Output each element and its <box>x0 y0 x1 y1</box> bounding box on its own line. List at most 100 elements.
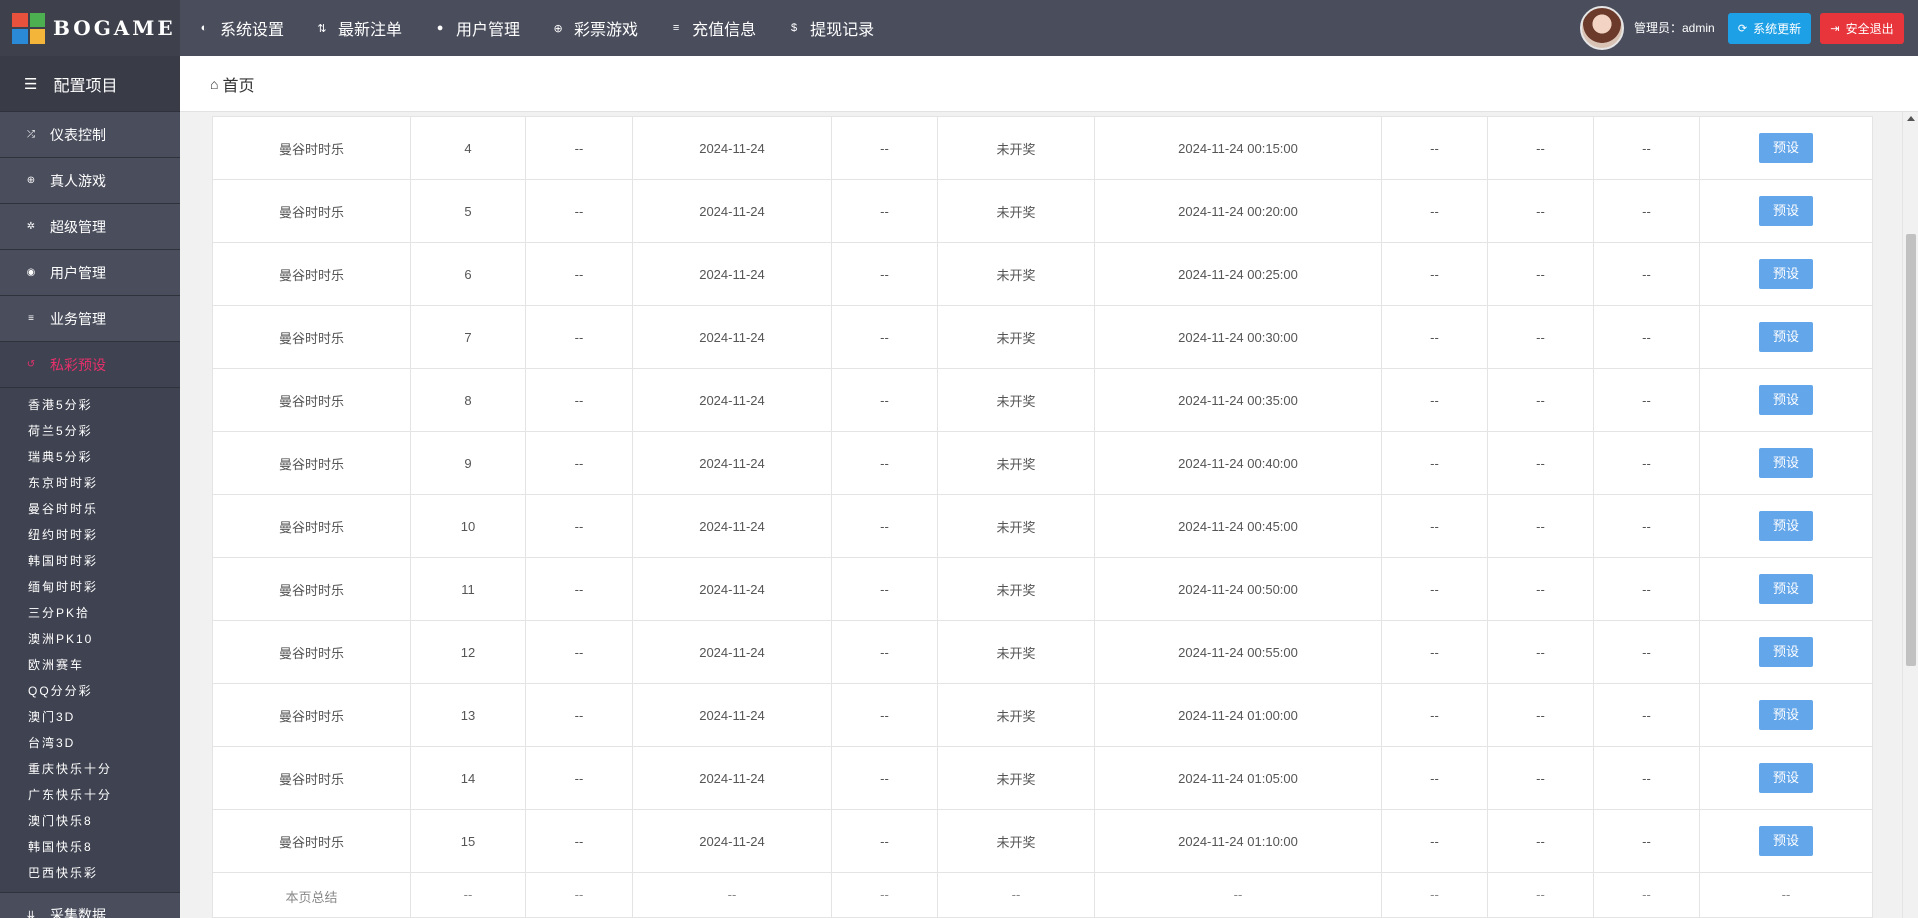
table-cell: 曼谷时时乐 <box>212 242 411 306</box>
scrollbar[interactable] <box>1902 112 1918 918</box>
table-cell: 曼谷时时乐 <box>212 557 411 621</box>
topnav-recharge-info[interactable]: ≡ 充值信息 <box>670 0 756 56</box>
sidebar-item-business-management[interactable]: ≡ 业务管理 <box>0 296 180 342</box>
table-cell: -- <box>1381 242 1488 306</box>
logout-label: 安全退出 <box>1845 22 1894 36</box>
sidebar-sub-item[interactable]: 香港5分彩 <box>0 392 180 418</box>
summary-cell: -- <box>831 872 938 918</box>
topnav-lottery-games[interactable]: ⊕ 彩票游戏 <box>552 0 638 56</box>
table-cell: 6 <box>410 242 526 306</box>
table-row: 曼谷时时乐 7 -- 2024-11-24 -- 未开奖 2024-11-24 00:30:… <box>212 305 1873 369</box>
table-cell: 2024-11-24 <box>632 242 832 306</box>
sidebar: ☰ 配置项目 ⤮ 仪表控制 ⊕ 真人游戏 ✲ 超级管理 ◉ 用户管理 ≡ 业务管理 ↺ 私彩预设 香港… <box>0 56 180 918</box>
avatar[interactable] <box>1580 6 1624 50</box>
summary-cell: -- <box>525 872 633 918</box>
preset-button[interactable]: 预设 <box>1759 133 1813 163</box>
topnav-system-settings[interactable]: ◐ 系统设置 <box>198 0 284 56</box>
system-update-button[interactable]: ⟳ 系统更新 <box>1728 13 1811 44</box>
sidebar-item-super-admin[interactable]: ✲ 超级管理 <box>0 204 180 250</box>
table-cell: -- <box>831 620 938 684</box>
sidebar-sub-item[interactable]: QQ分分彩 <box>0 678 180 704</box>
sidebar-icon: ✲ <box>26 221 36 232</box>
table-cell: 2024-11-24 <box>632 179 832 243</box>
table-cell: -- <box>1487 494 1594 558</box>
top-bar: BOGAME ◐ 系统设置 ⇅ 最新注单 ● 用户管理 ⊕ 彩票游戏 ≡ 充值信息 $ 提现记录 管理… <box>0 0 1918 56</box>
topnav-withdraw-records[interactable]: $ 提现记录 <box>788 0 874 56</box>
preset-button[interactable]: 预设 <box>1759 385 1813 415</box>
preset-button[interactable]: 预设 <box>1759 700 1813 730</box>
table-cell-action: 预设 <box>1699 431 1873 495</box>
sidebar-sub-item[interactable]: 东京时时彩 <box>0 470 180 496</box>
sidebar-sub-item[interactable]: 澳门快乐8 <box>0 808 180 834</box>
sidebar-icon: ◉ <box>26 267 36 278</box>
table-cell: -- <box>525 431 633 495</box>
sidebar-item-live-games[interactable]: ⊕ 真人游戏 <box>0 158 180 204</box>
sign-out-icon: ⇥ <box>1830 23 1840 35</box>
topnav-user-management[interactable]: ● 用户管理 <box>434 0 520 56</box>
table-cell: 未开奖 <box>937 179 1095 243</box>
sidebar-sub-item[interactable]: 欧洲赛车 <box>0 652 180 678</box>
sidebar-sub-item[interactable]: 重庆快乐十分 <box>0 756 180 782</box>
sidebar-icon: ⤮ <box>27 129 35 140</box>
sidebar-sub-item[interactable]: 广东快乐十分 <box>0 782 180 808</box>
table-row: 曼谷时时乐 8 -- 2024-11-24 -- 未开奖 2024-11-24 00:35:… <box>212 368 1873 432</box>
sidebar-sub-item[interactable]: 澳洲PK10 <box>0 626 180 652</box>
topnav-label: 用户管理 <box>456 22 521 39</box>
preset-button[interactable]: 预设 <box>1759 259 1813 289</box>
table-cell: -- <box>1381 557 1488 621</box>
table-cell-action: 预设 <box>1699 557 1873 621</box>
table-cell: -- <box>831 368 938 432</box>
table-cell: -- <box>1487 557 1594 621</box>
preset-button[interactable]: 预设 <box>1759 196 1813 226</box>
table-cell: 曼谷时时乐 <box>212 368 411 432</box>
sidebar-item-label: 私彩预设 <box>50 356 106 373</box>
preset-button[interactable]: 预设 <box>1759 574 1813 604</box>
sidebar-sub-item[interactable]: 曼谷时时乐 <box>0 496 180 522</box>
preset-button[interactable]: 预设 <box>1759 511 1813 541</box>
sidebar-sub-item[interactable]: 台湾3D <box>0 730 180 756</box>
table-cell: 12 <box>410 620 526 684</box>
preset-button[interactable]: 预设 <box>1759 826 1813 856</box>
sidebar-item-label: 真人游戏 <box>50 172 106 189</box>
sidebar-sub-item[interactable]: 三分PK拾 <box>0 600 180 626</box>
preset-button[interactable]: 预设 <box>1759 763 1813 793</box>
table-cell: 未开奖 <box>937 494 1095 558</box>
table-cell: 未开奖 <box>937 305 1095 369</box>
table-cell: -- <box>525 305 633 369</box>
sidebar-sub-item[interactable]: 缅甸时时彩 <box>0 574 180 600</box>
preset-button[interactable]: 预设 <box>1759 637 1813 667</box>
table-cell: -- <box>831 242 938 306</box>
table-cell: -- <box>1593 746 1700 810</box>
sidebar-sub-item[interactable]: 韩国时时彩 <box>0 548 180 574</box>
table-cell: -- <box>1381 683 1488 747</box>
preset-button[interactable]: 预设 <box>1759 448 1813 478</box>
table-cell: -- <box>525 368 633 432</box>
sidebar-sub-item[interactable]: 韩国快乐8 <box>0 834 180 860</box>
scroll-up-icon[interactable] <box>1907 116 1915 121</box>
sidebar-item-collect-data[interactable]: ⇊ 采集数据 <box>0 892 180 918</box>
table-cell-action: 预设 <box>1699 809 1873 873</box>
admin-label: 管理员：admin <box>1634 21 1715 35</box>
table-cell: -- <box>1593 305 1700 369</box>
scroll-thumb[interactable] <box>1906 234 1916 666</box>
topnav-latest-orders[interactable]: ⇅ 最新注单 <box>316 0 402 56</box>
sidebar-item-private-lottery-preset[interactable]: ↺ 私彩预设 <box>0 342 180 388</box>
breadcrumb-home[interactable]: 首页 <box>222 72 254 96</box>
summary-cell: -- <box>1381 872 1488 918</box>
sidebar-item-label: 超级管理 <box>50 218 106 235</box>
logout-button[interactable]: ⇥ 安全退出 <box>1820 13 1904 44</box>
preset-button[interactable]: 预设 <box>1759 322 1813 352</box>
table-cell: 未开奖 <box>937 557 1095 621</box>
table-cell: 曼谷时时乐 <box>212 431 411 495</box>
table-cell: 未开奖 <box>937 368 1095 432</box>
sidebar-sub-item[interactable]: 澳门3D <box>0 704 180 730</box>
home-icon: ⌂ <box>210 75 219 92</box>
sidebar-sub-item[interactable]: 瑞典5分彩 <box>0 444 180 470</box>
sidebar-sub-item[interactable]: 纽约时时彩 <box>0 522 180 548</box>
sidebar-item-dashboard[interactable]: ⤮ 仪表控制 <box>0 112 180 158</box>
sidebar-item-user-management[interactable]: ◉ 用户管理 <box>0 250 180 296</box>
table-cell: -- <box>1487 683 1594 747</box>
sidebar-sub-item[interactable]: 荷兰5分彩 <box>0 418 180 444</box>
logo[interactable]: BOGAME <box>0 0 180 56</box>
sidebar-sub-item[interactable]: 巴西快乐彩 <box>0 860 180 886</box>
